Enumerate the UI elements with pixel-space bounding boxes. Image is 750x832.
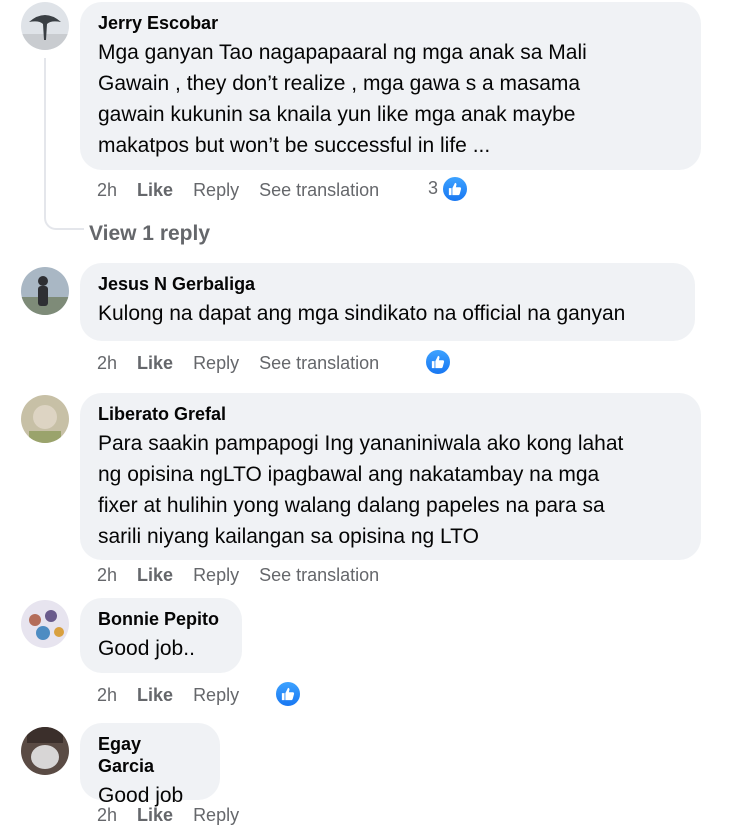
avatar-elder-image xyxy=(21,395,69,443)
comment-time[interactable]: 2h xyxy=(97,685,117,706)
avatar[interactable] xyxy=(21,727,69,775)
comment-actions: 2h Like Reply xyxy=(97,803,259,827)
comment-actions: 2h Like Reply See translation xyxy=(97,563,399,587)
comment-bubble: Jerry Escobar Mga ganyan Tao nagapapaara… xyxy=(80,2,701,170)
thumbs-up-icon[interactable] xyxy=(441,175,469,203)
avatar-tree-image xyxy=(21,2,69,50)
comment-time[interactable]: 2h xyxy=(97,353,117,374)
comment-author[interactable]: Liberato Grefal xyxy=(98,403,683,425)
comment-time[interactable]: 2h xyxy=(97,180,117,201)
thumbs-up-icon[interactable] xyxy=(424,348,452,376)
comment-text: Kulong na dapat ang mga sindikato na off… xyxy=(98,302,626,325)
comment-text: Good job.. xyxy=(98,637,195,660)
like-button[interactable]: Like xyxy=(137,180,173,201)
view-replies-link[interactable]: View 1 reply xyxy=(89,222,210,246)
reaction-count[interactable]: 3 xyxy=(428,178,438,199)
comment-time[interactable]: 2h xyxy=(97,805,117,826)
comment-text: Mga ganyan Tao nagapapaaral ng mga anak … xyxy=(98,41,587,157)
reply-button[interactable]: Reply xyxy=(193,685,239,706)
comment-author[interactable]: Egay Garcia xyxy=(98,733,202,777)
comment-actions: 2h Like Reply See translation xyxy=(97,351,399,375)
avatar[interactable] xyxy=(21,2,69,50)
comment-author[interactable]: Bonnie Pepito xyxy=(98,608,224,630)
avatar-group-image xyxy=(21,600,69,648)
comment-actions: 2h Like Reply xyxy=(97,683,259,707)
reply-button[interactable]: Reply xyxy=(193,805,239,826)
comment-author[interactable]: Jerry Escobar xyxy=(98,12,683,34)
avatar[interactable] xyxy=(21,267,69,315)
see-translation-link[interactable]: See translation xyxy=(259,565,379,586)
comment-actions: 2h Like Reply See translation xyxy=(97,178,399,202)
reply-button[interactable]: Reply xyxy=(193,180,239,201)
comment-time[interactable]: 2h xyxy=(97,565,117,586)
comment-bubble: Jesus N Gerbaliga Kulong na dapat ang mg… xyxy=(80,263,695,341)
comment-bubble: Liberato Grefal Para saakin pampapogi In… xyxy=(80,393,701,560)
avatar-face-image xyxy=(21,727,69,775)
reply-button[interactable]: Reply xyxy=(193,565,239,586)
avatar[interactable] xyxy=(21,395,69,443)
avatar-person-image xyxy=(21,267,69,315)
reply-button[interactable]: Reply xyxy=(193,353,239,374)
like-button[interactable]: Like xyxy=(137,565,173,586)
see-translation-link[interactable]: See translation xyxy=(259,353,379,374)
reply-thread-line xyxy=(44,58,84,230)
comment-author[interactable]: Jesus N Gerbaliga xyxy=(98,273,677,295)
like-button[interactable]: Like xyxy=(137,805,173,826)
avatar[interactable] xyxy=(21,600,69,648)
thumbs-up-icon[interactable] xyxy=(274,680,302,708)
comment-text: Para saakin pampapogi Ing yananiniwala a… xyxy=(98,432,624,548)
comment-bubble: Egay Garcia Good job xyxy=(80,723,220,807)
see-translation-link[interactable]: See translation xyxy=(259,180,379,201)
comment-bubble: Bonnie Pepito Good job.. xyxy=(80,598,242,673)
like-button[interactable]: Like xyxy=(137,685,173,706)
like-button[interactable]: Like xyxy=(137,353,173,374)
